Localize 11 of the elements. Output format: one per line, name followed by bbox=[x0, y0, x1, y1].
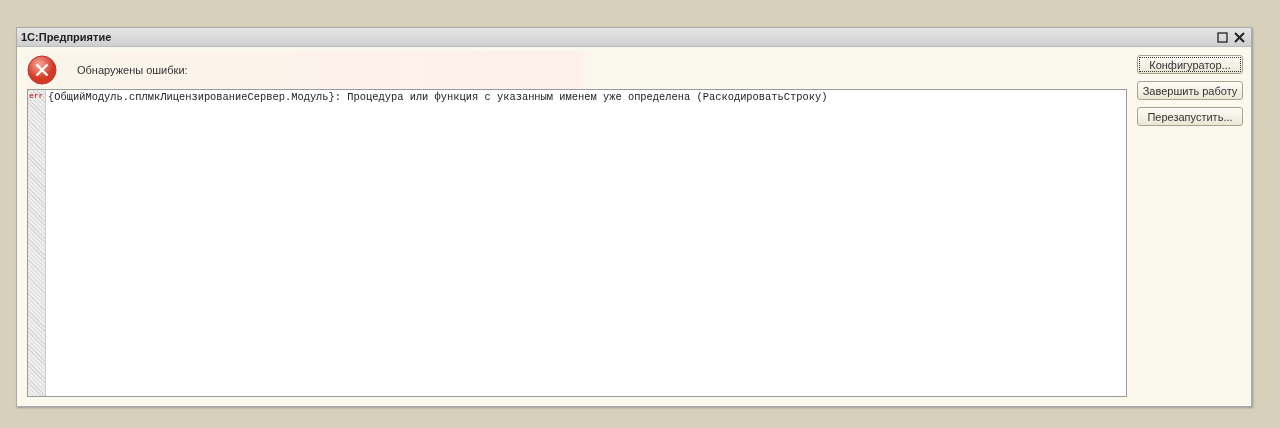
dialog-button[interactable]: Завершить работу bbox=[1137, 81, 1243, 100]
error-text-area[interactable]: err {ОбщийМодуль.сплмкЛицензированиеСервер.Модуль}: Процедура или функция с указанным именем уже определена (РаскодироватьСтроку) bbox=[27, 89, 1127, 397]
window-title: 1С:Предприятие bbox=[21, 31, 113, 43]
maximize-icon[interactable] bbox=[1217, 31, 1228, 43]
close-icon[interactable] bbox=[1234, 31, 1245, 43]
error-marker: err bbox=[29, 91, 44, 100]
error-line: {ОбщийМодуль.сплмкЛицензированиеСервер.Модуль}: Процедура или функция с указанным именем уже определена (РаскодироватьСтроку) bbox=[48, 91, 828, 104]
error-icon bbox=[27, 55, 57, 85]
dialog-button[interactable]: Перезапустить... bbox=[1137, 107, 1243, 126]
error-heading: Обнаружены ошибки: bbox=[77, 64, 188, 76]
dialog-button[interactable]: Конфигуратор... bbox=[1137, 55, 1243, 74]
